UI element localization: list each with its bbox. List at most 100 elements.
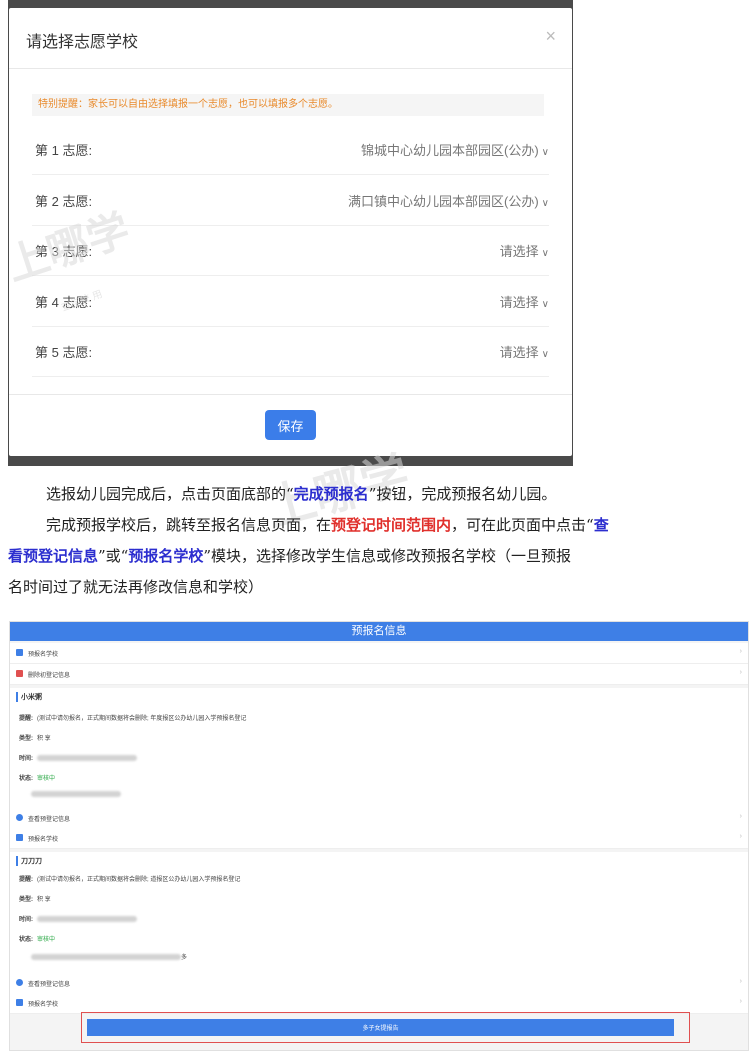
field-value: (测试中请勿报名，正式期间数据将会删除; 年度报区公办幼儿园入学预报名登记 — [37, 716, 247, 722]
school-choice-modal: 请选择志愿学校 × 特别提醒：家长可以自由选择填报一个志愿，也可以填报多个志愿。… — [9, 8, 572, 456]
time-field: 时间: — [19, 914, 137, 923]
row-prereg-school[interactable]: 预报名学校 › — [10, 993, 748, 1014]
notice-banner: 特别提醒：家长可以自由选择填报一个志愿，也可以填报多个志愿。 — [32, 94, 544, 116]
para-text: ”或“ — [98, 547, 129, 565]
para-text: 完成预报学校后，跳转至报名信息页面，在 — [46, 516, 332, 534]
choice-label: 第 4 志愿: — [35, 295, 93, 310]
para-text: ”模块，选择修改学生信息或修改预报名学校（一旦预报 — [203, 547, 572, 565]
chevron-down-icon: ∨ — [541, 198, 549, 209]
school-icon — [16, 999, 23, 1006]
redacted-value — [31, 791, 121, 797]
redacted-field: 多 — [19, 952, 187, 961]
chevron-right-icon: › — [739, 669, 742, 676]
status-badge: 审核中 — [37, 776, 56, 782]
field-label: 类型: — [19, 897, 33, 903]
school-icon — [16, 834, 23, 841]
choice-row-5[interactable]: 第 5 志愿: 请选择 ∨ — [32, 326, 549, 377]
row-label: 查看预登记信息 — [28, 817, 71, 823]
field-value: 多 — [181, 955, 188, 961]
row-delete-record[interactable]: 删除初登记信息 › — [10, 664, 748, 685]
field-value: 积 享 — [37, 736, 51, 742]
time-field: 时间: — [19, 753, 137, 762]
choice-row-4[interactable]: 第 4 志愿: 请选择 ∨ — [32, 276, 549, 327]
field-label: 状态: — [19, 937, 33, 943]
choice-label: 第 2 志愿: — [35, 194, 93, 209]
field-label: 时间: — [19, 917, 33, 923]
redacted-value — [37, 755, 137, 762]
choice-row-1[interactable]: 第 1 志愿: 锦城中心幼儿园本部园区(公办) ∨ — [32, 124, 549, 175]
note-field: 提醒: (测试中请勿报名，正式期间数据将会删除; 年度报区公办幼儿园入学预报名登记 — [19, 713, 246, 722]
redacted-field — [19, 791, 121, 798]
chevron-right-icon: › — [739, 648, 742, 655]
choice-label: 第 1 志愿: — [35, 143, 93, 158]
row-label: 查看预登记信息 — [28, 982, 71, 988]
info-header: 预报名信息 — [10, 622, 748, 641]
user-icon — [16, 814, 23, 821]
row-label: 预报名学校 — [28, 837, 59, 843]
field-label: 类型: — [19, 736, 33, 742]
row-label: 预报名学校 — [28, 1002, 59, 1008]
emphasis-complete-prereg: 完成预报名 — [293, 485, 369, 503]
emphasis-time-range: 预登记时间范围内 — [331, 516, 452, 534]
choice-row-2[interactable]: 第 2 志愿: 满口镇中心幼儿园本部园区(公办) ∨ — [32, 175, 549, 226]
chevron-down-icon: ∨ — [541, 349, 549, 360]
row-view-prereg-info[interactable]: 查看预登记信息 › — [10, 973, 748, 994]
choice-label: 第 3 志愿: — [35, 244, 93, 259]
modal-divider — [9, 394, 572, 395]
status-badge: 审核中 — [37, 937, 56, 943]
student-name: 刀刀刀 — [16, 856, 42, 866]
row-prereg-school[interactable]: 预报名学校 › — [10, 828, 748, 849]
choice-value: 请选择 — [499, 295, 539, 310]
choice-select[interactable]: 请选择 ∨ — [500, 241, 549, 260]
multi-child-submit-button[interactable]: 多子女提报告 — [87, 1019, 674, 1036]
type-field: 类型: 积 享 — [19, 733, 51, 742]
field-label: 提醒: — [19, 877, 33, 883]
status-field: 状态: 审核中 — [19, 934, 55, 943]
choice-value: 请选择 — [499, 244, 539, 259]
field-label: 提醒: — [19, 716, 33, 722]
choice-value: 满口镇中心幼儿园本部园区(公办) — [348, 194, 539, 209]
chevron-down-icon: ∨ — [541, 299, 549, 310]
redacted-value — [37, 916, 137, 923]
para-text: ，可在此页面中点击“ — [451, 516, 594, 534]
chevron-down-icon: ∨ — [541, 147, 549, 158]
choice-select[interactable]: 满口镇中心幼儿园本部园区(公办) ∨ — [348, 191, 549, 210]
chevron-right-icon: › — [739, 998, 742, 1005]
school-icon — [16, 649, 23, 656]
type-field: 类型: 积 享 — [19, 894, 51, 903]
field-value: 积 享 — [37, 897, 51, 903]
para-text: 选报幼儿园完成后，点击页面底部的“ — [46, 485, 294, 503]
choice-select[interactable]: 请选择 ∨ — [500, 292, 549, 311]
chevron-right-icon: › — [739, 978, 742, 985]
field-label: 时间: — [19, 756, 33, 762]
choice-select[interactable]: 请选择 ∨ — [500, 342, 549, 361]
choice-value: 请选择 — [499, 345, 539, 360]
prereg-info-screenshot: 预报名信息 预报名学校 › 删除初登记信息 › 小米粥 提醒: (测试中请勿报名，… — [9, 621, 749, 1051]
emphasis-view: 查 — [593, 516, 609, 534]
choice-value: 锦城中心幼儿园本部园区(公办) — [361, 143, 539, 158]
paragraph-2: 完成预报学校后，跳转至报名信息页面，在预登记时间范围内，可在此页面中点击“查 — [46, 510, 609, 540]
field-label: 状态: — [19, 776, 33, 782]
row-view-prereg-info[interactable]: 查看预登记信息 › — [10, 808, 748, 829]
choice-label: 第 5 志愿: — [35, 345, 93, 360]
save-button[interactable]: 保存 — [265, 410, 316, 440]
choice-select[interactable]: 锦城中心幼儿园本部园区(公办) ∨ — [361, 140, 549, 159]
close-icon[interactable]: × — [545, 26, 556, 47]
chevron-down-icon: ∨ — [541, 248, 549, 259]
redacted-value — [31, 954, 181, 961]
paragraph-3: 看预登记信息”或“预报名学校”模块，选择修改学生信息或修改预报名学校（一旦预报 — [8, 541, 571, 571]
paragraph-1: 选报幼儿园完成后，点击页面底部的“完成预报名”按钮，完成预报名幼儿园。 — [46, 479, 556, 509]
paragraph-4: 名时间过了就无法再修改信息和学校） — [8, 578, 264, 596]
para-text: ”按钮，完成预报名幼儿园。 — [368, 485, 557, 503]
row-prereg-school[interactable]: 预报名学校 › — [10, 643, 748, 664]
user-icon — [16, 979, 23, 986]
row-label: 删除初登记信息 — [28, 673, 71, 679]
field-value: (测试中请勿报名，正式期间数据将会删除; 道报区公办幼儿园入学预报名登记 — [37, 877, 241, 883]
modal-title: 请选择志愿学校 — [26, 34, 139, 51]
chevron-right-icon: › — [739, 813, 742, 820]
row-label: 预报名学校 — [28, 652, 59, 658]
choice-row-3[interactable]: 第 3 志愿: 请选择 ∨ — [32, 225, 549, 276]
modal-divider — [9, 68, 572, 69]
status-field: 状态: 审核中 — [19, 773, 55, 782]
emphasis-view-info: 看预登记信息 — [8, 547, 99, 565]
